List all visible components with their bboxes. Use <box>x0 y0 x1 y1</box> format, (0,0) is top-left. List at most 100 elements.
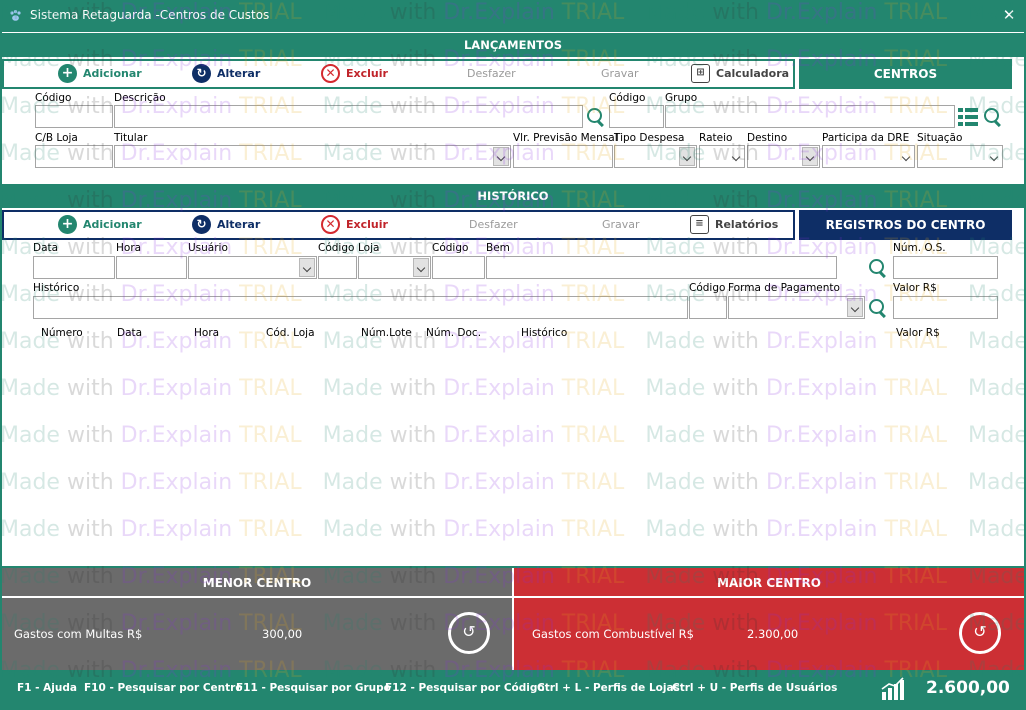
refresh-chart-icon[interactable]: ↺ <box>448 612 490 654</box>
lanc-alter-label: Alterar <box>217 67 261 80</box>
destino-dropdown-button[interactable] <box>802 147 818 166</box>
situacao-select[interactable] <box>917 145 1003 168</box>
col-hora[interactable]: Hora <box>194 327 219 339</box>
cb-loja-input[interactable] <box>35 145 113 168</box>
tipo-despesa-label: Tipo Despesa <box>614 132 685 144</box>
status-bar: F1 - Ajuda F10 - Pesquisar por Centro F1… <box>2 670 1024 708</box>
valor-label: Valor R$ <box>893 282 937 294</box>
num-os-input[interactable] <box>893 256 998 279</box>
participa-dre-label: Participa da DRE <box>822 132 910 144</box>
loja-select[interactable] <box>358 256 431 279</box>
col-valor[interactable]: Valor R$ <box>896 327 940 339</box>
usuario-select[interactable] <box>188 256 317 279</box>
app-paw-icon <box>9 9 22 22</box>
hist-add-button[interactable]: + Adicionar <box>58 212 142 238</box>
lanc-save-button[interactable]: Gravar <box>601 61 639 87</box>
codigo-pagamento-label: Código <box>689 282 726 294</box>
bem-input[interactable] <box>486 256 837 279</box>
bar-chart-icon <box>880 677 906 701</box>
search-centro-icon[interactable] <box>585 106 607 128</box>
registros-grid[interactable]: Número Data Hora Cód. Loja Núm.Lote Núm.… <box>2 322 1024 566</box>
hora-input[interactable] <box>116 256 187 279</box>
cb-loja-label: C/B Loja <box>35 132 78 144</box>
codigo-input[interactable] <box>35 105 113 128</box>
total-value: 2.600,00 <box>926 678 1010 698</box>
menor-centro-title: MENOR CENTRO <box>2 568 512 598</box>
hist-undo-button[interactable]: Desfazer <box>469 212 518 238</box>
hist-save-button[interactable]: Gravar <box>602 212 640 238</box>
titular-select[interactable] <box>114 145 511 168</box>
data-input[interactable] <box>33 256 115 279</box>
tab-centros[interactable]: CENTROS <box>799 59 1012 89</box>
tab-registros-centro[interactable]: REGISTROS DO CENTRO <box>799 210 1012 240</box>
list-icon[interactable] <box>957 107 979 127</box>
vlr-previsao-input[interactable] <box>513 145 613 168</box>
search-pagamento-icon[interactable] <box>867 297 889 319</box>
shortcut-f10[interactable]: F10 - Pesquisar por Centro <box>84 682 243 694</box>
lanc-alter-button[interactable]: ↻ Alterar <box>192 61 260 87</box>
codigo-pagamento-input[interactable] <box>689 296 727 319</box>
descricao-input[interactable] <box>114 105 583 128</box>
calculator-icon: ⊞ <box>691 63 710 83</box>
plus-circle-icon: + <box>58 63 77 83</box>
shortcut-f1[interactable]: F1 - Ajuda <box>17 682 77 694</box>
col-numero[interactable]: Número <box>41 327 83 339</box>
search-bem-icon[interactable] <box>867 257 889 279</box>
hist-alter-label: Alterar <box>217 218 261 231</box>
destino-select[interactable] <box>747 145 820 168</box>
calculator-label: Calculadora <box>716 67 790 80</box>
codigo-label: Código <box>35 92 72 104</box>
close-icon[interactable]: ✕ <box>998 4 1020 26</box>
calculator-button[interactable]: ⊞ Calculadora <box>691 61 789 87</box>
hist-delete-button[interactable]: ✕ Excluir <box>321 212 388 238</box>
report-button[interactable]: ≡ Relatórios <box>690 212 778 238</box>
lancamentos-toolbar: + Adicionar ↻ Alterar ✕ Excluir Desfazer Gr… <box>2 59 795 89</box>
codigo-loja-label: Código <box>318 242 355 254</box>
valor-input[interactable] <box>893 296 998 319</box>
lanc-delete-button[interactable]: ✕ Excluir <box>321 61 388 87</box>
titular-dropdown-button[interactable] <box>493 147 509 166</box>
forma-pagamento-dropdown-button[interactable] <box>847 298 863 317</box>
col-data[interactable]: Data <box>117 327 142 339</box>
codigo-bem-input[interactable] <box>432 256 485 279</box>
col-num-doc[interactable]: Núm. Doc. <box>426 327 481 339</box>
shortcut-f12[interactable]: F12 - Pesquisar por Código <box>385 682 545 694</box>
forma-pagamento-select[interactable] <box>728 296 865 319</box>
codigo-loja-input[interactable] <box>318 256 357 279</box>
grupo-input[interactable] <box>665 105 955 128</box>
forma-pagamento-label: Forma de Pagamento <box>728 282 840 294</box>
lanc-delete-label: Excluir <box>346 67 388 80</box>
lanc-undo-button[interactable]: Desfazer <box>467 61 516 87</box>
window-title: Sistema Retaguarda -Centros de Custos <box>30 8 270 22</box>
historico-input[interactable] <box>33 296 688 319</box>
historico-section-title: HISTÓRICO <box>2 184 1024 208</box>
rateio-select[interactable] <box>699 145 745 168</box>
maior-centro-title: MAIOR CENTRO <box>514 568 1024 598</box>
titular-label: Titular <box>114 132 148 144</box>
shortcut-ctrl-u[interactable]: Ctrl + U - Perfis de Usuários <box>672 682 837 694</box>
hist-alter-button[interactable]: ↻ Alterar <box>192 212 260 238</box>
grupo-label: Grupo <box>665 92 698 104</box>
menor-centro-value: 300,00 <box>262 627 303 641</box>
refresh-chart-icon[interactable]: ↺ <box>959 612 1001 654</box>
lanc-add-button[interactable]: + Adicionar <box>58 61 142 87</box>
maior-centro-panel: MAIOR CENTRO Gastos com Combustível R$ 2… <box>514 568 1024 670</box>
col-num-lote[interactable]: Núm.Lote <box>361 327 412 339</box>
hora-label: Hora <box>116 242 142 254</box>
shortcut-ctrl-l[interactable]: Ctrl + L - Perfis de Lojas <box>537 682 680 694</box>
menor-centro-label: Gastos com Multas R$ <box>14 627 143 641</box>
col-cod-loja[interactable]: Cód. Loja <box>266 327 315 339</box>
shortcut-f11[interactable]: F11 - Pesquisar por Grupo <box>236 682 391 694</box>
rateio-label: Rateio <box>699 132 733 144</box>
tipo-despesa-dropdown-button[interactable] <box>679 147 695 166</box>
tipo-despesa-select[interactable] <box>614 145 697 168</box>
col-historico[interactable]: Histórico <box>521 327 567 339</box>
usuario-dropdown-button[interactable] <box>299 258 315 277</box>
participa-dre-select[interactable] <box>822 145 915 168</box>
codigo-grupo-input[interactable] <box>609 105 664 128</box>
search-grupo-icon[interactable] <box>982 106 1004 128</box>
loja-dropdown-button[interactable] <box>413 258 429 277</box>
usuario-label: Usuário <box>188 242 228 254</box>
hist-delete-label: Excluir <box>346 218 388 231</box>
report-label: Relatórios <box>715 218 779 231</box>
